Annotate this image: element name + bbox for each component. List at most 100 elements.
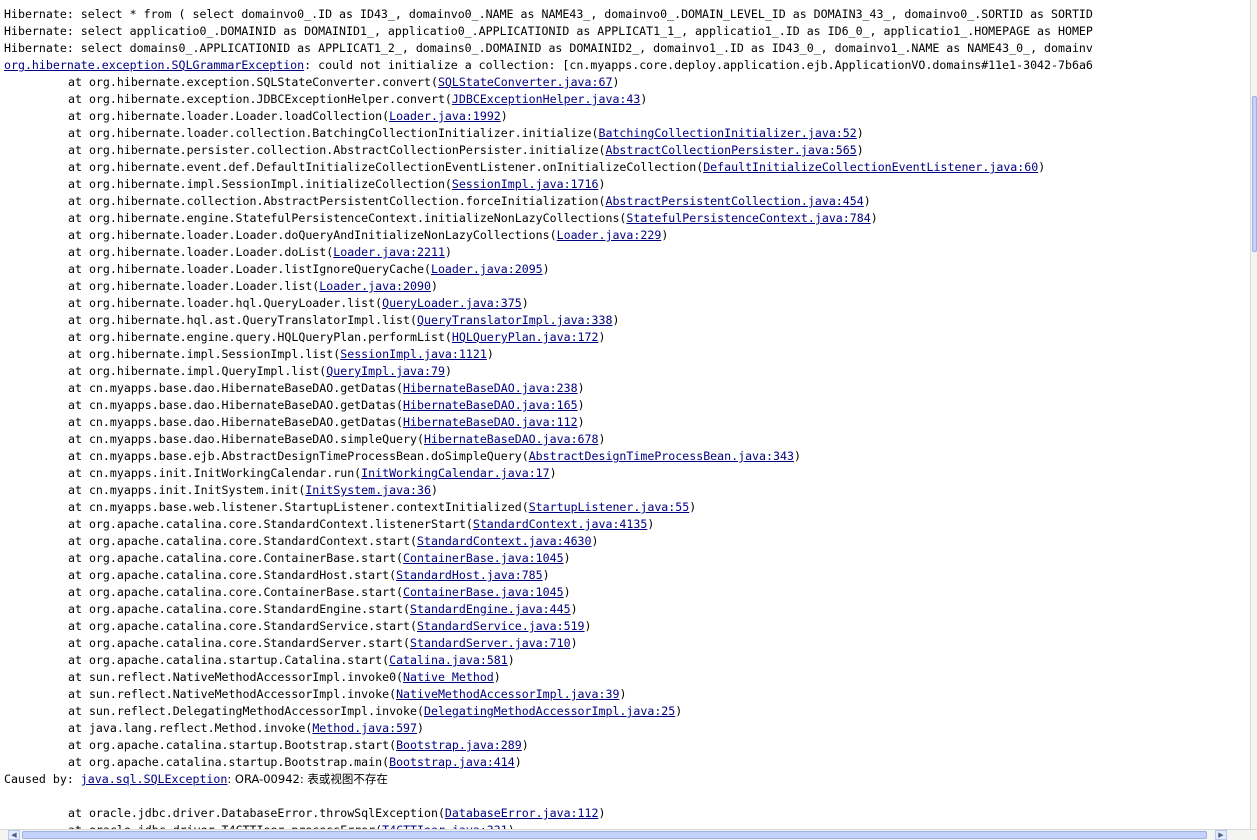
stack-frame-close-paren: ) (661, 228, 669, 242)
stack-frame-method: at org.hibernate.loader.Loader.list( (68, 279, 320, 293)
stack-frame-method: at org.hibernate.engine.StatefulPersiste… (68, 211, 627, 225)
stack-frame: at org.apache.catalina.core.StandardCont… (68, 533, 599, 550)
stack-frame-source-link[interactable]: StandardService.java:519 (417, 619, 585, 633)
scroll-left-icon[interactable]: ◀ (8, 830, 20, 840)
stack-frame-source-link[interactable]: Bootstrap.java:414 (389, 755, 515, 769)
stack-frame-close-paren: ) (542, 262, 550, 276)
stack-frame-source-link[interactable]: Loader.java:2090 (319, 279, 431, 293)
stack-frame-source-link[interactable]: InitSystem.java:36 (305, 483, 431, 497)
stack-frame-close-paren: ) (793, 449, 801, 463)
stack-frame-source-link[interactable]: StandardHost.java:785 (396, 568, 543, 582)
stack-frame-close-paren: ) (598, 177, 606, 191)
stack-frame: at cn.myapps.base.ejb.AbstractDesignTime… (68, 448, 801, 465)
stack-frame-close-paren: ) (493, 670, 501, 684)
stack-frame: at sun.reflect.NativeMethodAccessorImpl.… (68, 669, 501, 686)
stack-frame-close-paren: ) (521, 738, 529, 752)
stack-frame-source-link[interactable]: Loader.java:1992 (389, 109, 501, 123)
console-output[interactable]: Hibernate: select * from ( select domain… (0, 0, 1250, 829)
stack-frame-close-paren: ) (563, 585, 571, 599)
stack-frame-method: at cn.myapps.base.ejb.AbstractDesignTime… (68, 449, 529, 463)
stack-frame-source-link[interactable]: DatabaseError.java:112 (445, 806, 599, 820)
stack-frame-source-link[interactable]: JDBCExceptionHelper.java:43 (452, 92, 640, 106)
log-line-hibernate-3: Hibernate: select domains0_.APPLICATIONI… (4, 41, 1093, 55)
stack-frame: at cn.myapps.base.dao.HibernateBaseDAO.g… (68, 414, 585, 431)
stack-frame-source-link[interactable]: QueryLoader.java:375 (382, 296, 522, 310)
stack-frame: at org.hibernate.loader.Loader.doList(Lo… (68, 244, 452, 261)
stack-frame-source-link[interactable]: Native Method (403, 670, 494, 684)
stack-frame-close-paren: ) (542, 568, 550, 582)
stack-frame-source-link[interactable]: Loader.java:229 (557, 228, 662, 242)
stack-frame-source-link[interactable]: Loader.java:2211 (333, 245, 445, 259)
stack-frame-method: at org.hibernate.exception.JDBCException… (68, 92, 452, 106)
stack-frame-source-link[interactable]: StatefulPersistenceContext.java:784 (626, 211, 870, 225)
horizontal-scrollbar[interactable]: ◀ ▶ (0, 829, 1257, 840)
stack-frame-source-link[interactable]: AbstractDesignTimeProcessBean.java:343 (529, 449, 794, 463)
stack-frame-source-link[interactable]: AbstractCollectionPersister.java:565 (605, 143, 856, 157)
stack-frame-source-link[interactable]: HibernateBaseDAO.java:165 (403, 398, 578, 412)
stack-frame-source-link[interactable]: SessionImpl.java:1121 (340, 347, 487, 361)
stack-frame: at org.hibernate.impl.SessionImpl.initia… (68, 176, 605, 193)
vertical-scrollbar[interactable] (1250, 0, 1257, 829)
stack-frame-method: at cn.myapps.init.InitWorkingCalendar.ru… (68, 466, 362, 480)
stack-frame-close-paren: ) (444, 245, 452, 259)
stack-frame-source-link[interactable]: DefaultInitializeCollectionEventListener… (703, 160, 1038, 174)
stack-frame-source-link[interactable]: QueryTranslatorImpl.java:338 (417, 313, 612, 327)
stack-frame: at cn.myapps.base.web.listener.StartupLi… (68, 499, 696, 516)
stack-frame-method: at org.hibernate.loader.collection.Batch… (68, 126, 599, 140)
stack-frame-method: at sun.reflect.DelegatingMethodAccessorI… (68, 704, 424, 718)
horizontal-scroll-thumb[interactable] (22, 831, 1207, 839)
stack-frame: at org.hibernate.loader.collection.Batch… (68, 125, 864, 142)
stack-frame-method: at org.apache.catalina.core.ContainerBas… (68, 585, 404, 599)
stack-frame: at java.lang.reflect.Method.invoke(Metho… (68, 720, 424, 737)
stack-frame-source-link[interactable]: HibernateBaseDAO.java:238 (403, 381, 578, 395)
stack-frame-source-link[interactable]: Method.java:597 (312, 721, 417, 735)
stack-frame-source-link[interactable]: HQLQueryPlan.java:172 (452, 330, 599, 344)
stack-frame-close-paren: ) (619, 687, 627, 701)
stack-frame-close-paren: ) (640, 92, 648, 106)
stack-frame-source-link[interactable]: StandardEngine.java:445 (410, 602, 571, 616)
stack-frame-close-paren: ) (514, 755, 522, 769)
stack-frame-close-paren: ) (870, 211, 878, 225)
stack-frame: at org.apache.catalina.core.StandardServ… (68, 635, 578, 652)
stack-frame-method: at sun.reflect.NativeMethodAccessorImpl.… (68, 687, 397, 701)
vertical-scroll-thumb[interactable] (1252, 96, 1257, 252)
caused-by-message: : ORA-00942: 表或视图不存在 (227, 772, 388, 786)
stack-frame-source-link[interactable]: QueryImpl.java:79 (326, 364, 445, 378)
stack-frame-source-link[interactable]: NativeMethodAccessorImpl.java:39 (396, 687, 619, 701)
stack-frame-method: at cn.myapps.base.dao.HibernateBaseDAO.g… (68, 381, 404, 395)
stack-frame-source-link[interactable]: SQLStateConverter.java:67 (438, 75, 613, 89)
stack-frame-source-link[interactable]: Loader.java:2095 (431, 262, 543, 276)
exception-message: : could not initialize a collection: [cn… (304, 58, 1093, 72)
stack-frame-method: at org.hibernate.loader.Loader.doList( (68, 245, 334, 259)
caused-by-class-link[interactable]: java.sql.SQLException (81, 772, 228, 786)
stack-frame: at org.apache.catalina.startup.Catalina.… (68, 652, 515, 669)
stack-frame-source-link[interactable]: StartupListener.java:55 (529, 500, 690, 514)
stack-frame-source-link[interactable]: ContainerBase.java:1045 (403, 585, 564, 599)
stack-frame-close-paren: ) (598, 432, 606, 446)
stack-frame-source-link[interactable]: InitWorkingCalendar.java:17 (361, 466, 549, 480)
log-line-hibernate-2: Hibernate: select applicatio0_.DOMAINID … (4, 24, 1093, 38)
stack-frame-method: at org.apache.catalina.core.StandardServ… (68, 636, 411, 650)
stack-frame: at org.apache.catalina.startup.Bootstrap… (68, 737, 529, 754)
stack-frame-source-link[interactable]: StandardServer.java:710 (410, 636, 571, 650)
stack-frame: at cn.myapps.base.dao.HibernateBaseDAO.g… (68, 397, 585, 414)
stack-frame-source-link[interactable]: HibernateBaseDAO.java:112 (403, 415, 578, 429)
stack-frame-source-link[interactable]: SessionImpl.java:1716 (452, 177, 599, 191)
stack-frame: at org.hibernate.exception.JDBCException… (68, 91, 647, 108)
stack-frame-source-link[interactable]: Catalina.java:581 (389, 653, 508, 667)
stack-frame-source-link[interactable]: Bootstrap.java:289 (396, 738, 522, 752)
stack-frame-method: at cn.myapps.base.dao.HibernateBaseDAO.g… (68, 398, 404, 412)
stack-frame: at org.apache.catalina.core.StandardServ… (68, 618, 592, 635)
stack-frame-source-link[interactable]: StandardContext.java:4135 (473, 517, 648, 531)
stack-frame-close-paren: ) (570, 636, 578, 650)
stack-frame-source-link[interactable]: AbstractPersistentCollection.java:454 (605, 194, 863, 208)
exception-class-link[interactable]: org.hibernate.exception.SQLGrammarExcept… (4, 58, 304, 72)
stack-frame-method: at cn.myapps.base.dao.HibernateBaseDAO.s… (68, 432, 424, 446)
stack-frame-source-link[interactable]: ContainerBase.java:1045 (403, 551, 564, 565)
scroll-right-icon[interactable]: ▶ (1215, 830, 1227, 840)
stack-frame-method: at java.lang.reflect.Method.invoke( (68, 721, 313, 735)
stack-frame-source-link[interactable]: HibernateBaseDAO.java:678 (424, 432, 599, 446)
stack-frame-source-link[interactable]: BatchingCollectionInitializer.java:52 (598, 126, 856, 140)
stack-frame-source-link[interactable]: StandardContext.java:4630 (417, 534, 592, 548)
stack-frame-source-link[interactable]: DelegatingMethodAccessorImpl.java:25 (424, 704, 675, 718)
